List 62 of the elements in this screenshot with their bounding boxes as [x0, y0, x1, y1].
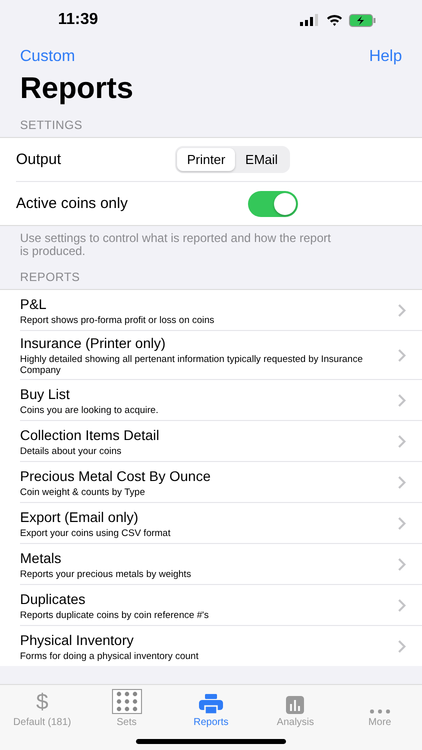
report-description: Highly detailed showing all pertenant information typically requested by Insurance Company [20, 354, 364, 376]
tab-label: More [368, 717, 392, 728]
report-description: Report shows pro-forma profit or loss on coins [20, 314, 216, 326]
chevron-icon [398, 599, 406, 612]
report-description: Reports your precious metals by weights [20, 568, 192, 580]
chevron-icon [398, 435, 406, 448]
report-row[interactable]: Insurance (Printer only) Highly detailed showing all pertenant information typically requested by Insurance Company [20, 330, 422, 380]
grid-icon [112, 689, 142, 714]
section-header: SETTINGS [19, 117, 84, 134]
bar-chart-icon [286, 696, 304, 714]
signal-icon [300, 14, 320, 26]
report-description: Reports duplicate coins by coin reference #'s [20, 610, 210, 621]
dollar-icon: $ [36, 690, 48, 714]
report-title: Physical Inventory [20, 632, 135, 649]
report-row[interactable]: Export (Email only) Export your coins using CSV format [20, 502, 422, 544]
chevron-icon [398, 394, 406, 408]
status-time: 11:39 [58, 11, 98, 29]
report-title: Buy List [20, 386, 71, 403]
report-row[interactable]: Duplicates Reports duplicate coins by coin reference #'s [20, 584, 422, 626]
custom-link[interactable]: Custom [20, 48, 76, 66]
report-title: Export (Email only) [20, 508, 140, 526]
more-icon [368, 709, 391, 714]
battery-icon [349, 14, 376, 26]
tab-label: Reports [194, 717, 229, 728]
help-link[interactable]: Help [369, 48, 402, 66]
report-title: Collection Items Detail [20, 426, 160, 444]
wifi-icon [326, 14, 343, 26]
settings-footer: Use settings to control what is reported and how the report is produced. [0, 226, 422, 258]
toggle-switch[interactable] [248, 190, 298, 216]
report-description: Export your coins using CSV format [20, 528, 172, 539]
report-title: P&L [20, 296, 48, 313]
segment-option[interactable]: EMail [235, 148, 288, 171]
chevron-icon [398, 349, 406, 362]
tab-label: Analysis [276, 717, 314, 728]
page-title: Reports [20, 72, 134, 106]
report-row[interactable]: P&L Report shows pro-forma profit or loss on coins [20, 290, 422, 330]
segment-option[interactable]: Printer [177, 148, 236, 171]
output-label: Output [16, 151, 62, 168]
chevron-icon [398, 640, 406, 654]
report-description: Forms for doing a physical inventory count [20, 650, 200, 662]
report-row[interactable]: Physical Inventory Forms for doing a physical inventory count [20, 625, 422, 666]
tab-label: Sets [116, 717, 137, 728]
printer-icon [199, 694, 224, 714]
report-description: Coin weight & counts by Type [20, 486, 146, 498]
chevron-icon [398, 558, 406, 572]
tab-label: Default (181) [13, 717, 72, 728]
report-title: Metals [20, 550, 62, 567]
report-description: Details about your coins [20, 446, 122, 457]
section-header: REPORTS [19, 269, 81, 286]
active-coins-label: Active coins only [16, 195, 129, 212]
chevron-icon [398, 476, 406, 490]
tab-item[interactable]: Reports [168, 688, 254, 728]
report-row[interactable]: Precious Metal Cost By Ounce Coin weight & counts by Type [20, 461, 422, 502]
report-title: Duplicates [20, 590, 86, 608]
chevron-icon [398, 517, 406, 530]
chevron-icon [398, 304, 406, 318]
report-row[interactable]: Metals Reports your precious metals by weights [20, 543, 422, 584]
report-row[interactable]: Buy List Coins you are looking to acquire. [20, 379, 422, 420]
report-title: Precious Metal Cost By Ounce [20, 468, 212, 485]
report-row[interactable]: Collection Items Detail Details about your coins [20, 420, 422, 462]
report-title: Insurance (Printer only) [20, 335, 167, 352]
report-description: Coins you are looking to acquire. [20, 404, 160, 416]
